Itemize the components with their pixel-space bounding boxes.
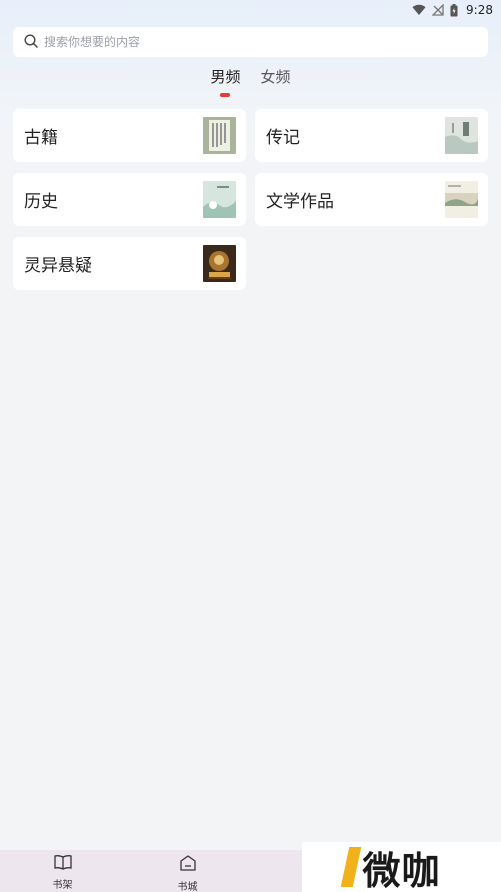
category-card-classics[interactable]: 古籍 (13, 109, 246, 162)
search-icon (24, 33, 38, 52)
tab-male[interactable]: 男频 (210, 66, 241, 98)
watermark-text: 微咖 (362, 848, 441, 892)
category-label: 传记 (266, 128, 300, 148)
nav-label: 书架 (52, 880, 73, 891)
category-label: 文学作品 (266, 192, 334, 212)
category-card-literature[interactable]: 文学作品 (255, 173, 488, 226)
bottom-nav: 书架 书城 (0, 850, 302, 892)
status-bar: 9:28 (0, 0, 501, 20)
tab-female-label: 女频 (260, 68, 291, 86)
search-bar[interactable] (13, 27, 488, 57)
nav-label: 书城 (177, 882, 198, 892)
category-card-mystery[interactable]: 灵异悬疑 (13, 237, 246, 290)
store-icon (179, 854, 197, 876)
nav-item-bookshelf[interactable]: 书架 (0, 850, 125, 892)
gender-tabs: 男频 女频 (0, 66, 501, 98)
book-icon (53, 854, 72, 874)
category-label: 历史 (24, 192, 58, 212)
active-tab-indicator (220, 93, 231, 97)
search-input[interactable] (44, 35, 464, 49)
category-label: 灵异悬疑 (24, 256, 92, 276)
tab-male-label: 男频 (210, 68, 241, 86)
category-card-history[interactable]: 历史 (13, 173, 246, 226)
category-cover-image (203, 245, 236, 282)
category-cover-image (203, 117, 236, 154)
watermark-logo: 微咖 (302, 842, 501, 892)
category-grid: 古籍 传记 历史 文学作品 灵异悬疑 (13, 109, 488, 290)
category-cover-image (203, 181, 236, 218)
category-label: 古籍 (24, 128, 58, 148)
tab-female[interactable]: 女频 (261, 66, 291, 98)
category-cover-image (445, 181, 478, 218)
wifi-icon (412, 4, 426, 16)
nav-item-bookstore[interactable]: 书城 (125, 850, 250, 892)
no-signal-icon (432, 4, 444, 16)
screen: 9:28 男频 女频 古籍 (0, 0, 501, 892)
status-time: 9:28 (466, 3, 493, 17)
battery-icon (450, 3, 458, 17)
category-card-biography[interactable]: 传记 (255, 109, 488, 162)
category-cover-image (445, 117, 478, 154)
